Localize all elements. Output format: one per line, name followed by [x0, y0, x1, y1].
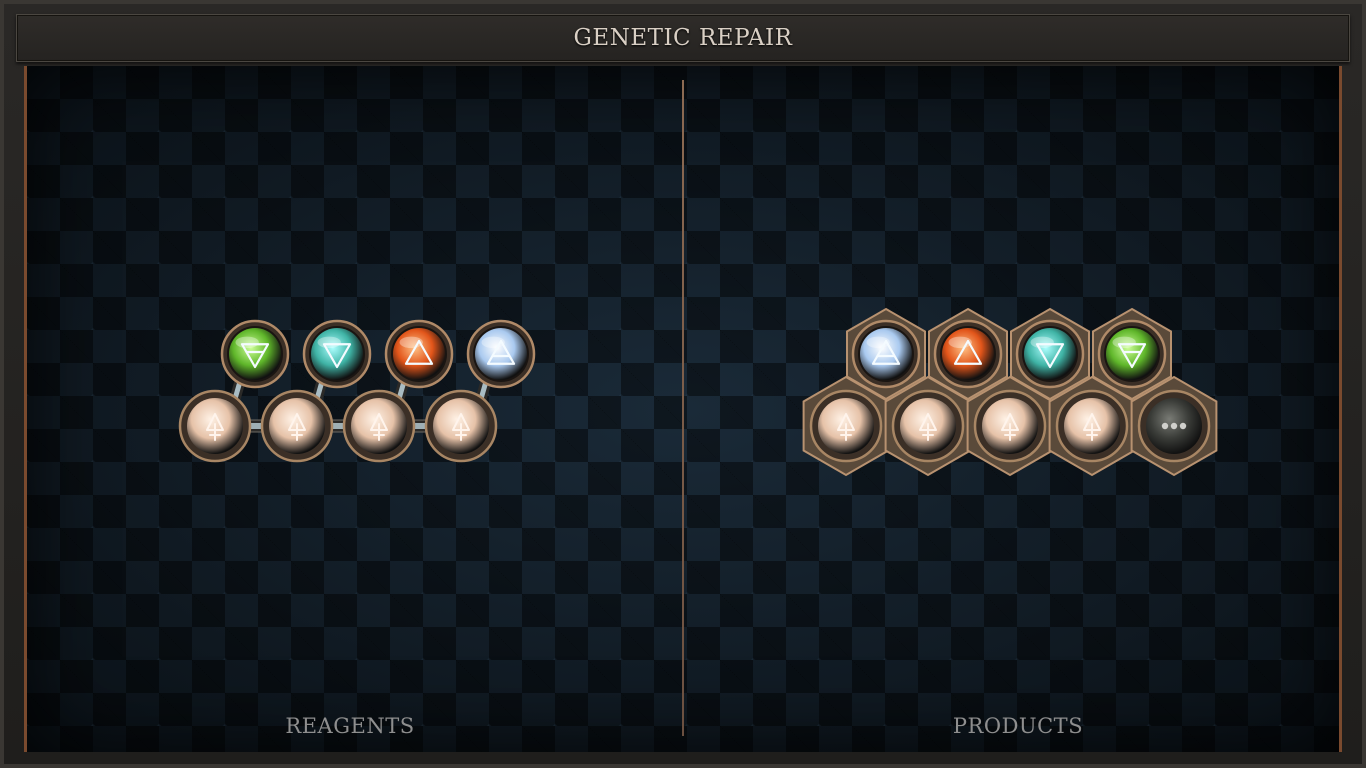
- reagents-chain: [178, 319, 536, 463]
- products-chain: [802, 307, 1218, 477]
- mutagen-node[interactable]: [260, 389, 334, 463]
- orb-air[interactable]: [466, 319, 536, 389]
- orb-fire[interactable]: [384, 319, 454, 389]
- title-bar: GENETIC REPAIR: [16, 14, 1350, 62]
- orb-water[interactable]: [302, 319, 372, 389]
- products-label: PRODUCTS: [952, 714, 1084, 738]
- orb-earth[interactable]: [220, 319, 290, 389]
- page-title: GENETIC REPAIR: [573, 25, 793, 51]
- mutagen-node[interactable]: [178, 389, 252, 463]
- mutagen-node[interactable]: [424, 389, 498, 463]
- mutagen-node[interactable]: [342, 389, 416, 463]
- section-divider: [682, 80, 684, 736]
- reagents-label: REAGENTS: [285, 714, 415, 738]
